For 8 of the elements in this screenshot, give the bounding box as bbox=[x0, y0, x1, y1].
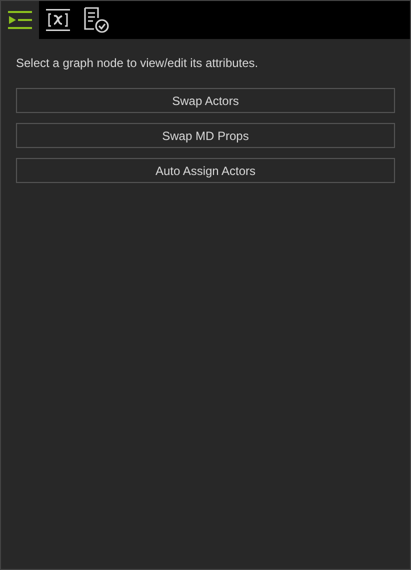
variable-icon bbox=[46, 9, 70, 31]
outline-list-icon bbox=[8, 10, 32, 30]
action-button[interactable]: Swap Actors bbox=[16, 88, 395, 113]
checklist-icon bbox=[83, 7, 109, 33]
action-button[interactable]: Swap MD Props bbox=[16, 123, 395, 148]
action-button[interactable]: Auto Assign Actors bbox=[16, 158, 395, 183]
hint-text: Select a graph node to view/edit its attributes. bbox=[16, 55, 260, 72]
panel-tab[interactable] bbox=[1, 1, 39, 39]
